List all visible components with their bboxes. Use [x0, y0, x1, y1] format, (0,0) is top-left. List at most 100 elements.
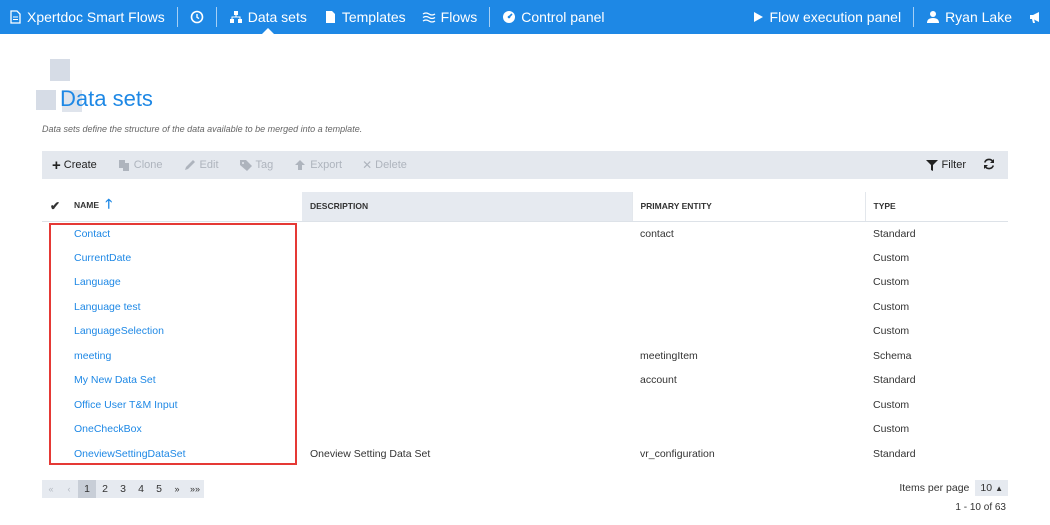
export-icon — [293, 158, 307, 172]
previous-page-button[interactable]: ‹ — [60, 480, 78, 498]
last-page-button[interactable]: »» — [186, 480, 204, 498]
nav-separator — [176, 7, 178, 27]
dataset-description — [302, 417, 632, 442]
dataset-description — [302, 393, 632, 418]
dataset-primary-entity: account — [640, 374, 677, 387]
dataset-description — [302, 344, 632, 369]
page-button[interactable]: 1 — [78, 480, 96, 498]
table-row[interactable]: meeting meetingItem Schema — [42, 344, 1008, 369]
export-label: Export — [310, 159, 343, 171]
table-row[interactable]: Contact contact Standard — [42, 221, 1008, 246]
close-icon: ✕ — [362, 158, 373, 172]
header-decoration — [36, 90, 56, 110]
next-page-button[interactable]: » — [168, 480, 186, 498]
announcements-button[interactable] — [1020, 0, 1050, 34]
table-row[interactable]: Office User T&M Input Custom — [42, 393, 1008, 418]
first-page-button[interactable]: « — [42, 480, 60, 498]
nav-templates[interactable]: Templates — [315, 0, 414, 34]
app-title-link[interactable]: Xpertdoc Smart Flows — [0, 0, 173, 34]
dataset-name-link[interactable]: meeting — [66, 344, 302, 369]
dataset-name-link[interactable]: Office User T&M Input — [66, 393, 302, 418]
dataset-primary-entity — [632, 270, 865, 295]
table-row[interactable]: OneCheckBox Custom — [42, 417, 1008, 442]
column-header-type[interactable]: TYPE — [864, 192, 1008, 222]
row-checkbox[interactable] — [42, 393, 66, 418]
edit-button[interactable]: Edit — [183, 158, 219, 172]
row-checkbox[interactable] — [42, 295, 66, 320]
user-menu[interactable]: Ryan Lake — [918, 0, 1020, 34]
nav-flows-label: Flows — [440, 9, 478, 25]
dataset-name-link[interactable]: Contact — [66, 221, 302, 246]
history-button[interactable] — [182, 0, 212, 34]
row-checkbox[interactable] — [42, 221, 66, 246]
dataset-name-link[interactable]: LanguageSelection — [66, 319, 302, 344]
nav-separator — [489, 7, 491, 27]
page-button[interactable]: 4 — [132, 480, 150, 498]
dataset-name-link[interactable]: OneviewSettingDataSet — [66, 442, 302, 467]
dataset-name-link[interactable]: Language — [66, 270, 302, 295]
items-per-page: Items per page 10 ▲ — [899, 480, 1008, 496]
page-button[interactable]: 5 — [150, 480, 168, 498]
table-row[interactable]: LanguageSelection Custom — [42, 319, 1008, 344]
nav-flow-execution[interactable]: Flow execution panel — [743, 0, 910, 34]
document-icon — [8, 10, 22, 24]
export-button[interactable]: Export — [293, 158, 342, 172]
row-checkbox[interactable] — [42, 344, 66, 369]
dataset-name-link[interactable]: My New Data Set — [66, 368, 302, 393]
nav-templates-label: Templates — [341, 9, 406, 25]
dataset-name-link[interactable]: OneCheckBox — [66, 417, 302, 442]
create-button[interactable]: + Create — [52, 158, 97, 173]
row-checkbox[interactable] — [42, 368, 66, 393]
tag-button[interactable]: Tag — [239, 158, 273, 172]
delete-label: Delete — [375, 159, 407, 171]
row-checkbox[interactable] — [42, 442, 66, 467]
dataset-name-link[interactable]: CurrentDate — [66, 246, 302, 271]
dataset-type: Custom — [873, 325, 910, 338]
dataset-description — [302, 295, 632, 320]
row-checkbox[interactable] — [42, 270, 66, 295]
row-checkbox[interactable] — [42, 246, 66, 271]
dataset-type: Custom — [873, 398, 910, 411]
column-header-name[interactable]: NAME 🡑 — [66, 192, 302, 222]
user-name: Ryan Lake — [945, 9, 1012, 25]
filter-label: Filter — [941, 159, 966, 171]
filter-button[interactable]: Filter — [925, 158, 966, 172]
dataset-type: Custom — [873, 300, 910, 313]
dataset-primary-entity — [632, 246, 865, 271]
dataset-name-link[interactable]: Language test — [66, 295, 302, 320]
table-row[interactable]: OneviewSettingDataSet Oneview Setting Dat… — [42, 442, 1008, 467]
dataset-primary-entity: meetingItem — [640, 349, 698, 362]
dataset-type: Standard — [873, 447, 916, 460]
dataset-description — [302, 246, 632, 271]
refresh-button[interactable] — [982, 157, 996, 174]
table-row[interactable]: My New Data Set account Standard — [42, 368, 1008, 393]
play-icon — [751, 10, 765, 24]
page-button[interactable]: 3 — [114, 480, 132, 498]
column-header-description[interactable]: DESCRIPTION — [302, 192, 632, 222]
row-checkbox[interactable] — [42, 319, 66, 344]
delete-button[interactable]: ✕ Delete — [362, 158, 407, 172]
top-navigation-bar: Xpertdoc Smart Flows Data sets Templates… — [0, 0, 1050, 34]
nav-control-panel[interactable]: Control panel — [494, 0, 612, 34]
column-header-primary-entity-label: PRIMARY ENTITY — [640, 201, 712, 212]
page-button[interactable]: 2 — [96, 480, 114, 498]
table-row[interactable]: Language Custom — [42, 270, 1008, 295]
pagination-range: 1 - 10 of 63 — [955, 502, 1006, 513]
items-per-page-select[interactable]: 10 ▲ — [975, 480, 1008, 496]
nav-control-panel-label: Control panel — [521, 9, 605, 25]
dataset-primary-entity — [632, 417, 865, 442]
select-all-checkbox[interactable]: ✔ — [42, 192, 66, 222]
nav-datasets[interactable]: Data sets — [221, 0, 315, 34]
row-checkbox[interactable] — [42, 417, 66, 442]
file-icon — [323, 10, 337, 24]
nav-flows[interactable]: Flows — [414, 0, 486, 34]
table-row[interactable]: CurrentDate Custom — [42, 246, 1008, 271]
clone-button[interactable]: Clone — [117, 158, 163, 172]
dataset-type: Standard — [873, 374, 916, 387]
dataset-type: Custom — [873, 276, 910, 289]
table-row[interactable]: Language test Custom — [42, 295, 1008, 320]
items-per-page-value: 10 — [980, 482, 993, 494]
dataset-type: Schema — [873, 349, 912, 362]
pencil-icon — [183, 158, 197, 172]
column-header-primary-entity[interactable]: PRIMARY ENTITY — [631, 192, 865, 222]
